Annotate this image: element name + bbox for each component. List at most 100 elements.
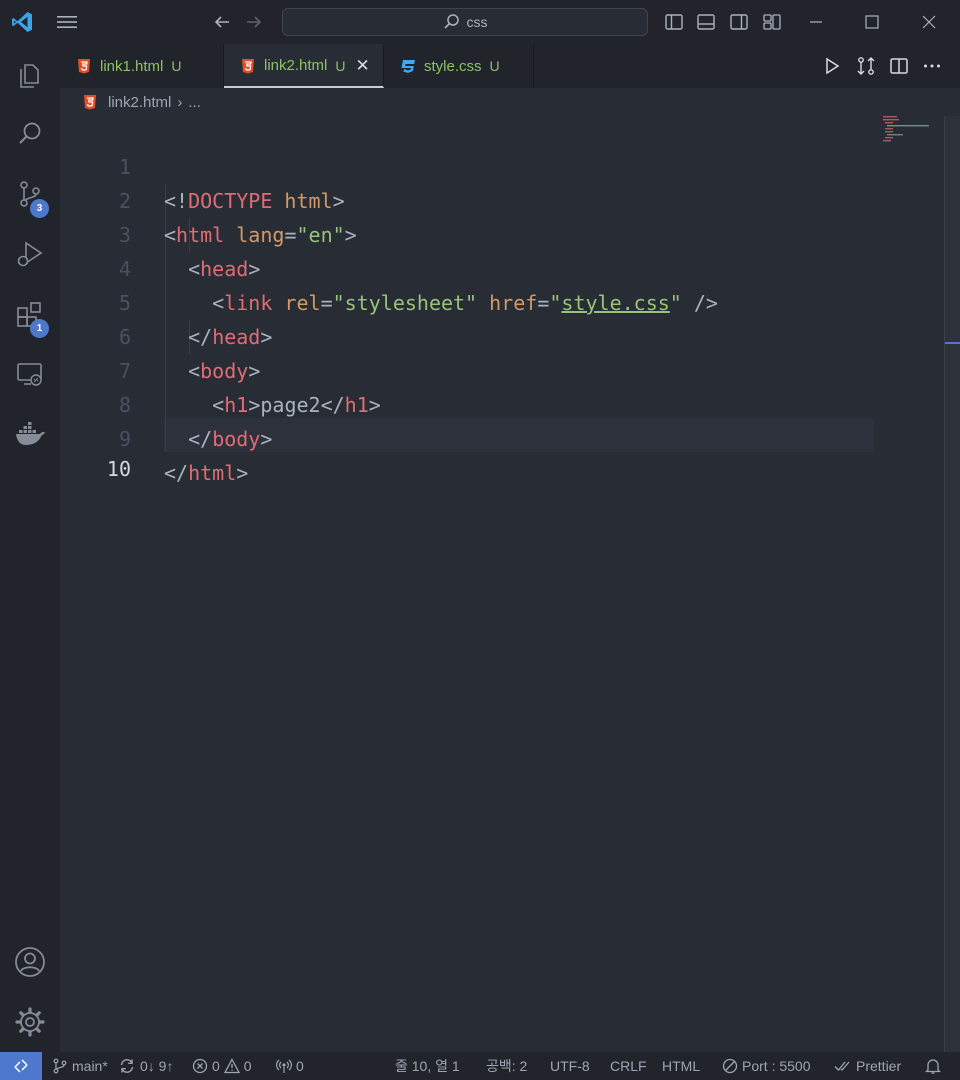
ports-indicator[interactable]: 0 <box>276 1052 304 1080</box>
tab-link1-html[interactable]: link1.html U <box>60 44 224 88</box>
explorer-button[interactable] <box>0 46 60 102</box>
activity-bar: 3 1 <box>0 44 60 1052</box>
tab-link2-html[interactable]: link2.html U ✕ <box>224 44 384 88</box>
search-button[interactable] <box>0 106 60 162</box>
double-check-icon <box>834 1061 850 1071</box>
branch-name: main* <box>72 1058 108 1074</box>
compare-changes-icon[interactable] <box>856 56 876 76</box>
code-line-current: 10 <box>60 418 944 481</box>
toggle-secondary-sidebar-icon[interactable] <box>729 12 749 32</box>
breadcrumb-symbols[interactable]: ... <box>188 94 201 111</box>
token: html <box>188 461 237 485</box>
breadcrumb: link2.html › ... <box>60 88 940 116</box>
toggle-panel-icon[interactable] <box>696 12 716 32</box>
indentation-indicator[interactable]: 공백: 2 <box>486 1052 527 1080</box>
encoding-indicator[interactable]: UTF-8 <box>550 1052 590 1080</box>
sync-icon <box>120 1059 134 1073</box>
language-mode[interactable]: HTML <box>662 1052 700 1080</box>
extensions-badge: 1 <box>30 319 49 338</box>
accounts-button[interactable] <box>0 934 60 990</box>
extensions-button[interactable]: 1 <box>0 286 60 342</box>
cursor-position-marker <box>945 342 960 344</box>
code-line: 9 </html> <box>60 388 944 485</box>
breadcrumb-separator: › <box>177 93 183 111</box>
eol-text: CRLF <box>610 1058 647 1074</box>
code-line: 7 <h1>page2</h1> <box>60 320 944 417</box>
run-debug-button[interactable] <box>0 226 60 282</box>
code-line: 4 <link rel="stylesheet" href="style.css… <box>60 218 944 315</box>
untracked-indicator: U <box>171 58 182 74</box>
notifications-button[interactable] <box>924 1052 942 1080</box>
indentation-text: 공백: 2 <box>486 1058 528 1074</box>
docker-icon <box>16 422 45 445</box>
search-icon <box>19 122 41 144</box>
eol-indicator[interactable]: CRLF <box>610 1052 647 1080</box>
title-bar: css <box>0 0 960 44</box>
maximize-icon[interactable] <box>862 12 882 32</box>
tab-label: style.css <box>424 57 482 75</box>
search-icon <box>443 14 459 29</box>
problems-indicator[interactable]: 0 0 <box>192 1052 252 1080</box>
token: </ <box>164 461 189 485</box>
code-line: 3 <head> <box>60 184 944 281</box>
cursor-position[interactable]: 줄 10, 열 1 <box>395 1052 460 1080</box>
sync-indicator[interactable]: 0↓ 9↑ <box>118 1052 173 1080</box>
hamburger-menu-icon[interactable] <box>56 12 78 32</box>
untracked-indicator: U <box>335 57 346 74</box>
split-editor-icon[interactable] <box>889 56 909 76</box>
git-branch-icon <box>53 1058 67 1074</box>
block-icon <box>722 1058 738 1074</box>
ports-count: 0 <box>296 1058 304 1074</box>
remote-icon <box>14 1059 28 1073</box>
remote-indicator[interactable] <box>0 1052 42 1080</box>
code-line: 2 <html lang="en"> <box>60 150 944 247</box>
account-icon <box>15 947 45 977</box>
live-server-port[interactable]: Port : 5500 <box>722 1052 811 1080</box>
css3-icon <box>401 60 415 73</box>
vertical-scrollbar[interactable] <box>944 116 960 1052</box>
command-center-search[interactable]: css <box>282 8 648 36</box>
warning-count: 0 <box>243 1058 252 1074</box>
error-count: 0 <box>212 1058 220 1074</box>
source-control-badge: 3 <box>30 199 49 218</box>
toggle-primary-sidebar-icon[interactable] <box>664 12 684 32</box>
arrow-left-icon[interactable] <box>212 12 232 32</box>
minimize-icon[interactable] <box>806 12 826 32</box>
html5-icon <box>242 58 254 73</box>
files-icon <box>20 64 39 88</box>
gear-icon <box>15 1007 45 1037</box>
docker-button[interactable] <box>0 406 60 462</box>
line-number: 10 <box>106 457 131 481</box>
code-line: 5 </head> <box>60 252 944 349</box>
source-control-button[interactable]: 3 <box>0 166 60 222</box>
branch-indicator[interactable]: main* <box>52 1052 108 1080</box>
html5-icon <box>84 95 96 110</box>
vscode-logo-icon <box>12 12 32 32</box>
token: > <box>236 461 249 485</box>
remote-explorer-button[interactable] <box>0 346 60 402</box>
customize-layout-icon[interactable] <box>762 12 782 32</box>
sync-counts: 0↓ 9↑ <box>140 1058 174 1074</box>
search-text: css <box>466 14 488 30</box>
error-icon <box>192 1058 208 1074</box>
prettier-indicator[interactable]: Prettier <box>834 1052 901 1080</box>
tab-label: link1.html <box>100 57 164 75</box>
cursor-position-text: 줄 10, 열 1 <box>395 1058 460 1074</box>
arrow-right-icon[interactable] <box>244 12 264 32</box>
manage-button[interactable] <box>0 994 60 1050</box>
minimap[interactable] <box>880 116 934 146</box>
broadcast-icon <box>276 1059 292 1073</box>
run-icon[interactable] <box>822 56 842 76</box>
warning-icon <box>223 1058 240 1074</box>
formatter-text: Prettier <box>856 1058 902 1074</box>
code-line: 1 <!DOCTYPE html> <box>60 116 944 213</box>
breadcrumb-file[interactable]: link2.html <box>108 94 171 111</box>
more-actions-icon[interactable] <box>922 56 942 76</box>
code-line: 6 <body> <box>60 286 944 383</box>
code-line: 8 </body> <box>60 354 944 451</box>
code-editor[interactable]: 1 <!DOCTYPE html> 2 <html lang="en"> 3 <… <box>60 116 944 1052</box>
tab-style-css[interactable]: style.css U <box>384 44 534 88</box>
live-server-text: Port : 5500 <box>742 1058 811 1074</box>
close-window-icon[interactable] <box>919 12 939 32</box>
close-tab-icon[interactable]: ✕ <box>355 56 369 76</box>
